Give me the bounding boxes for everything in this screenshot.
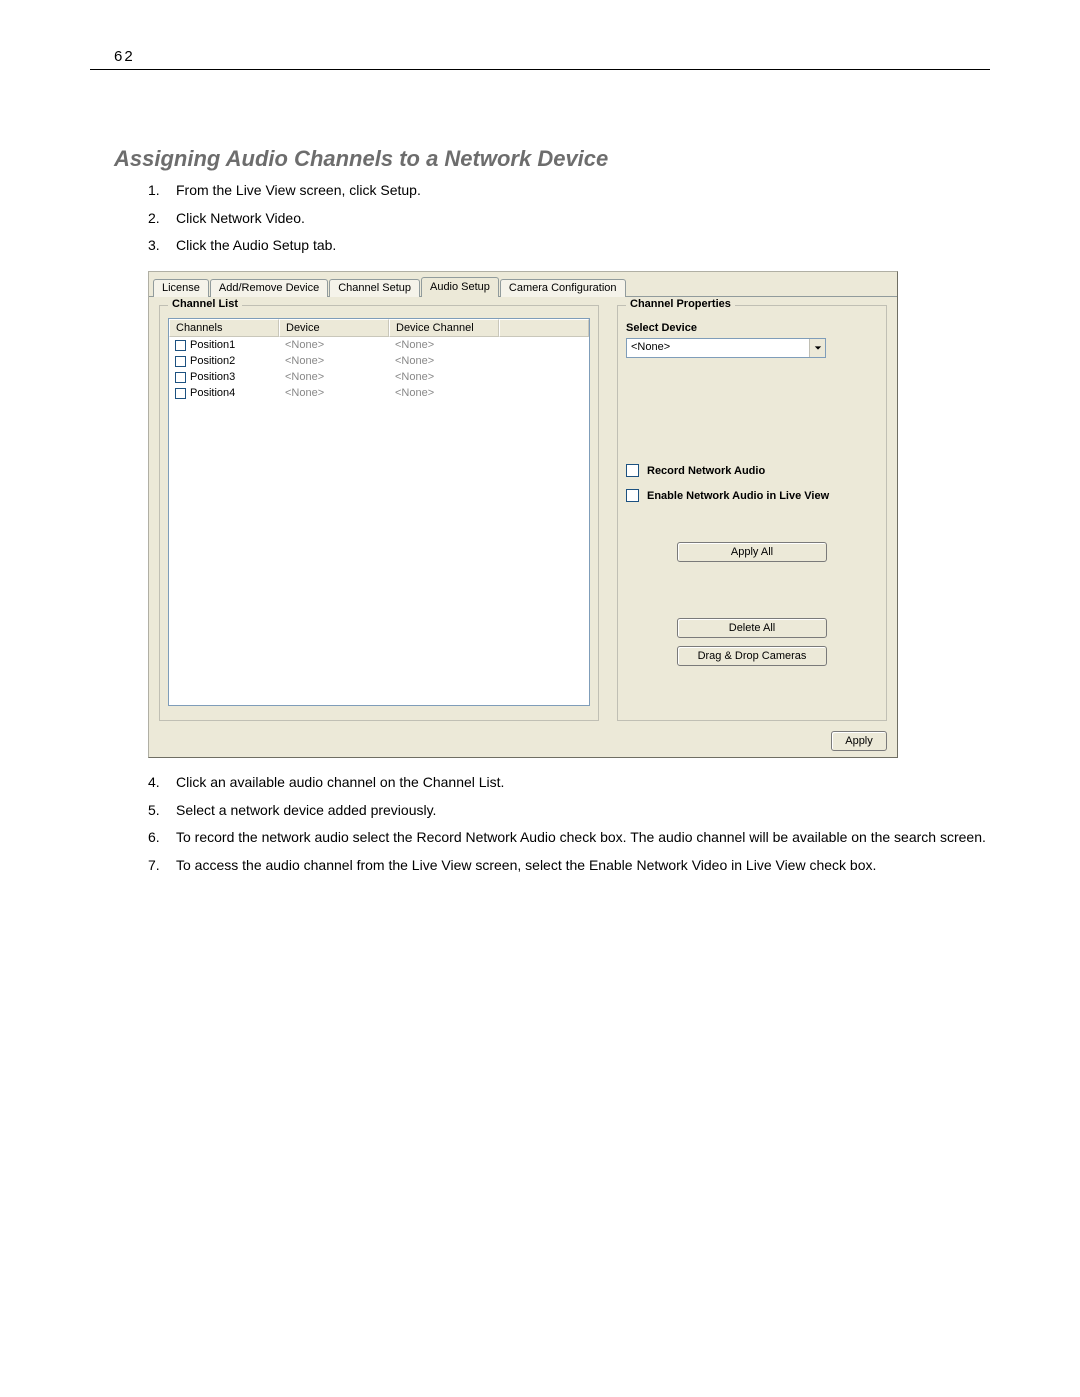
tab-channel-setup[interactable]: Channel Setup bbox=[329, 279, 420, 297]
step-num: 4. bbox=[148, 772, 176, 794]
step-num: 3. bbox=[148, 235, 176, 257]
list-header: Channels Device Device Channel bbox=[169, 319, 589, 337]
row-checkbox[interactable] bbox=[175, 372, 186, 383]
step-text: Click an available audio channel on the … bbox=[176, 772, 504, 794]
row-device-channel: <None> bbox=[389, 387, 499, 399]
row-name: Position1 bbox=[190, 339, 235, 351]
col-device-channel[interactable]: Device Channel bbox=[389, 319, 499, 337]
enable-network-audio-live-label: Enable Network Audio in Live View bbox=[647, 490, 829, 502]
tab-audio-setup[interactable]: Audio Setup bbox=[421, 277, 499, 297]
step-text: To record the network audio select the R… bbox=[176, 827, 986, 849]
col-device[interactable]: Device bbox=[279, 319, 389, 337]
row-device: <None> bbox=[279, 355, 389, 367]
row-name: Position3 bbox=[190, 371, 235, 383]
col-spacer bbox=[499, 319, 589, 337]
record-network-audio-checkbox[interactable] bbox=[626, 464, 639, 477]
step-num: 6. bbox=[148, 827, 176, 849]
channel-properties-legend: Channel Properties bbox=[626, 298, 735, 310]
tab-bar: License Add/Remove Device Channel Setup … bbox=[149, 272, 897, 296]
row-name: Position4 bbox=[190, 387, 235, 399]
section-title: Assigning Audio Channels to a Network De… bbox=[114, 146, 990, 172]
row-checkbox[interactable] bbox=[175, 340, 186, 351]
row-name: Position2 bbox=[190, 355, 235, 367]
step-text: To access the audio channel from the Liv… bbox=[176, 855, 876, 877]
row-device-channel: <None> bbox=[389, 355, 499, 367]
row-device-channel: <None> bbox=[389, 339, 499, 351]
channel-list-view[interactable]: Channels Device Device Channel Position1… bbox=[168, 318, 590, 706]
tab-license[interactable]: License bbox=[153, 279, 209, 297]
select-device-dropdown[interactable]: <None> bbox=[626, 338, 826, 358]
drag-drop-cameras-button[interactable]: Drag & Drop Cameras bbox=[677, 646, 827, 666]
step-text: Click Network Video. bbox=[176, 208, 305, 230]
step-text: Select a network device added previously… bbox=[176, 800, 436, 822]
table-row[interactable]: Position3 <None> <None> bbox=[169, 369, 589, 385]
table-row[interactable]: Position2 <None> <None> bbox=[169, 353, 589, 369]
row-device: <None> bbox=[279, 371, 389, 383]
record-network-audio-label: Record Network Audio bbox=[647, 465, 765, 477]
select-device-label: Select Device bbox=[626, 322, 878, 334]
step-num: 7. bbox=[148, 855, 176, 877]
step-num: 1. bbox=[148, 180, 176, 202]
tab-add-remove-device[interactable]: Add/Remove Device bbox=[210, 279, 328, 297]
audio-setup-dialog: License Add/Remove Device Channel Setup … bbox=[148, 271, 898, 758]
select-device-value: <None> bbox=[627, 339, 809, 357]
step-text: Click the Audio Setup tab. bbox=[176, 235, 336, 257]
page-number: 62 bbox=[90, 48, 135, 65]
col-channels[interactable]: Channels bbox=[169, 319, 279, 337]
chevron-down-icon[interactable] bbox=[809, 339, 825, 357]
row-device-channel: <None> bbox=[389, 371, 499, 383]
table-row[interactable]: Position1 <None> <None> bbox=[169, 337, 589, 353]
step-num: 2. bbox=[148, 208, 176, 230]
apply-all-button[interactable]: Apply All bbox=[677, 542, 827, 562]
delete-all-button[interactable]: Delete All bbox=[677, 618, 827, 638]
row-device: <None> bbox=[279, 339, 389, 351]
tab-camera-configuration[interactable]: Camera Configuration bbox=[500, 279, 626, 297]
channel-list-legend: Channel List bbox=[168, 298, 242, 310]
step-text: From the Live View screen, click Setup. bbox=[176, 180, 421, 202]
steps-bottom: 4.Click an available audio channel on th… bbox=[148, 772, 990, 877]
row-checkbox[interactable] bbox=[175, 356, 186, 367]
steps-top: 1.From the Live View screen, click Setup… bbox=[148, 180, 990, 257]
step-num: 5. bbox=[148, 800, 176, 822]
apply-button[interactable]: Apply bbox=[831, 731, 887, 751]
channel-list-group: Channel List Channels Device Device Chan… bbox=[159, 305, 599, 721]
enable-network-audio-live-checkbox[interactable] bbox=[626, 489, 639, 502]
channel-properties-group: Channel Properties Select Device <None> … bbox=[617, 305, 887, 721]
table-row[interactable]: Position4 <None> <None> bbox=[169, 385, 589, 401]
row-checkbox[interactable] bbox=[175, 388, 186, 399]
row-device: <None> bbox=[279, 387, 389, 399]
